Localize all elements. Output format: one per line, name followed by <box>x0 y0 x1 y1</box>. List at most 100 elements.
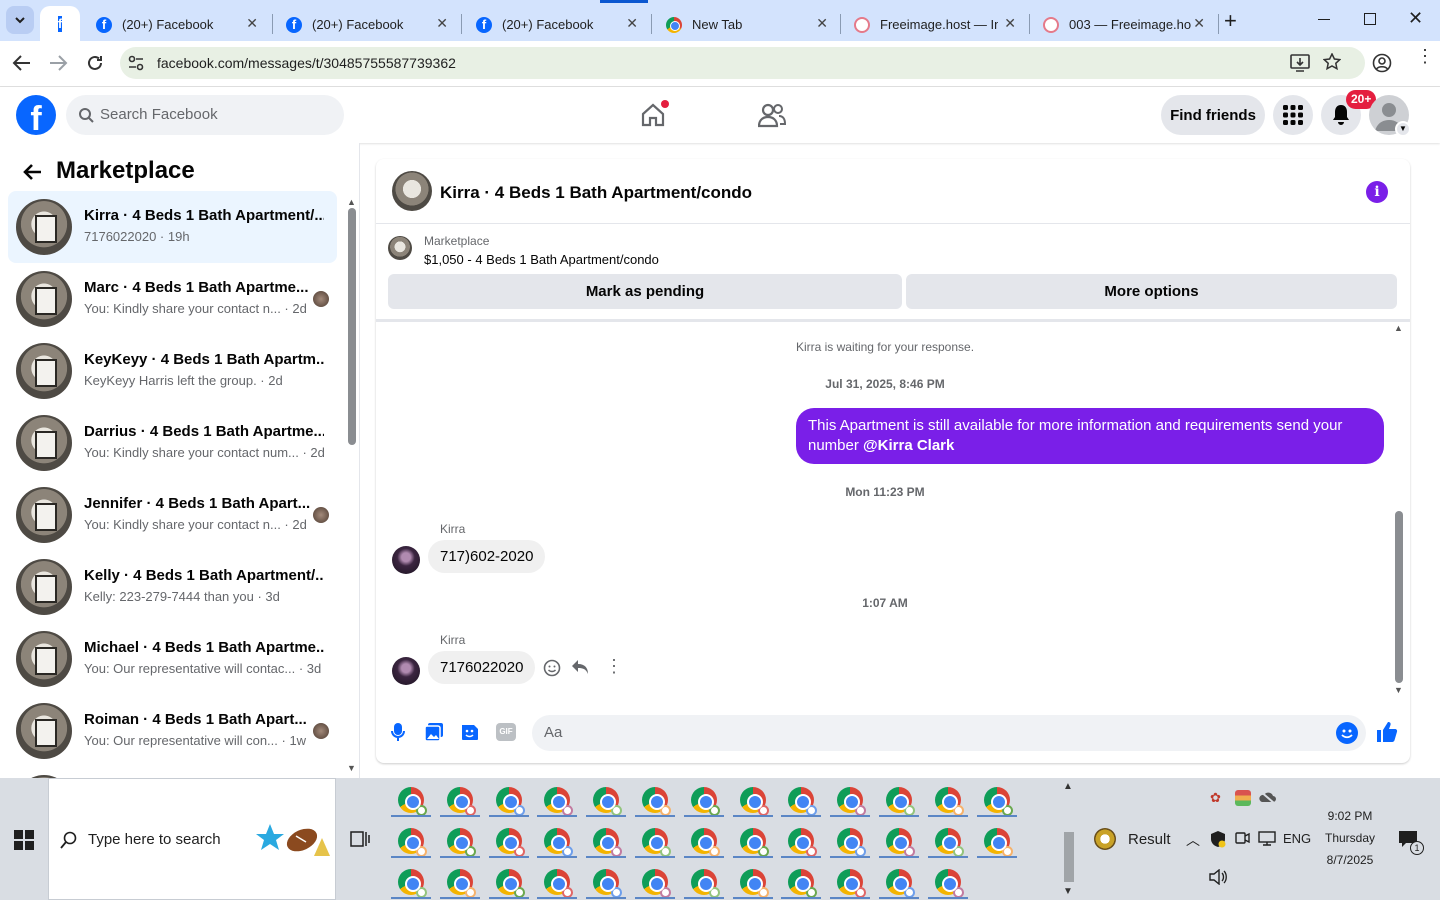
chrome-window-taskbar-icon[interactable] <box>837 828 867 857</box>
photo-icon[interactable] <box>424 722 444 742</box>
sticker-icon[interactable] <box>460 722 480 742</box>
chrome-window-taskbar-icon[interactable] <box>398 869 427 898</box>
conversation-info-button[interactable]: i <box>1366 181 1388 203</box>
browser-tab[interactable]: 003 — Freeimage.host ✕ <box>1027 8 1217 41</box>
conversation-item[interactable]: KeyKeyy · 4 Beds 1 Bath Apartm... KeyKey… <box>8 335 337 407</box>
friends-icon[interactable] <box>758 102 786 128</box>
menu-button[interactable] <box>1273 95 1313 135</box>
browser-tab[interactable]: New Tab ✕ <box>650 8 840 41</box>
language-indicator[interactable]: ENG <box>1283 831 1311 846</box>
chrome-window-taskbar-icon[interactable] <box>788 869 818 898</box>
new-tab-button[interactable]: + <box>1224 8 1237 34</box>
chrome-window-taskbar-icon[interactable] <box>837 787 867 816</box>
chrome-window-taskbar-icon[interactable] <box>886 787 915 816</box>
scroll-down-arrow[interactable]: ▼ <box>347 763 356 773</box>
conversation-item[interactable]: Kirra · 4 Beds 1 Bath Apartment/... 7176… <box>8 191 337 263</box>
close-tab-icon[interactable]: ✕ <box>626 15 638 32</box>
chrome-window-taskbar-icon[interactable] <box>446 787 476 816</box>
clock-date[interactable]: 8/7/2025 <box>1318 853 1382 867</box>
conversation-item[interactable]: Darrius · 4 Beds 1 Bath Apartme... You: … <box>8 407 337 479</box>
gif-button[interactable]: GIF <box>496 723 516 741</box>
close-tab-icon[interactable]: ✕ <box>1193 15 1205 32</box>
browser-tab[interactable]: Freeimage.host — Ima ✕ <box>838 8 1028 41</box>
tray-stack-icon[interactable] <box>1235 790 1251 806</box>
chrome-window-taskbar-icon[interactable] <box>495 787 525 816</box>
incoming-message-bubble[interactable]: 717)602-2020 <box>428 540 546 573</box>
account-chevron-icon[interactable]: ▼ <box>1395 121 1411 137</box>
chrome-window-taskbar-icon[interactable] <box>398 787 427 816</box>
minimize-icon[interactable] <box>1318 19 1330 20</box>
browser-menu-icon[interactable]: ⋮ <box>1416 47 1434 65</box>
close-tab-icon[interactable]: ✕ <box>1004 15 1016 32</box>
chrome-window-taskbar-icon[interactable] <box>788 828 818 857</box>
chrome-window-taskbar-icon[interactable] <box>886 869 915 898</box>
outgoing-message-bubble[interactable]: This Apartment is still available for mo… <box>796 408 1384 464</box>
onedrive-off-icon[interactable] <box>1258 790 1276 804</box>
chrome-window-taskbar-icon[interactable] <box>495 869 525 898</box>
taskbar-scroll-thumb[interactable] <box>1064 832 1074 882</box>
conversation-item[interactable]: Kelly · 4 Beds 1 Bath Apartment/... Kell… <box>8 551 337 623</box>
conversation-item[interactable]: Roiman · 4 Beds 1 Bath Apart... You: Our… <box>8 695 337 767</box>
chat-scroll-down-arrow[interactable]: ▼ <box>1394 685 1403 695</box>
security-icon[interactable] <box>1210 830 1226 848</box>
chrome-window-taskbar-icon[interactable] <box>398 828 427 857</box>
mention-link[interactable]: @Kirra Clark <box>863 437 954 454</box>
site-info-icon[interactable] <box>126 53 146 73</box>
facebook-logo[interactable]: f <box>16 95 56 135</box>
windows-start-icon[interactable] <box>14 830 34 850</box>
profile-icon[interactable] <box>1372 53 1392 73</box>
close-window-icon[interactable]: ✕ <box>1408 8 1423 29</box>
conversation-item[interactable]: Jennifer · 4 Beds 1 Bath Apart... You: K… <box>8 479 337 551</box>
meet-icon[interactable] <box>1234 830 1250 846</box>
mark-as-pending-button[interactable]: Mark as pending <box>388 274 902 309</box>
chrome-window-taskbar-icon[interactable] <box>739 787 769 816</box>
chrome-window-taskbar-icon[interactable] <box>886 828 915 857</box>
chrome-window-taskbar-icon[interactable] <box>934 828 964 857</box>
chrome-window-taskbar-icon[interactable] <box>983 787 1013 816</box>
weather-result-widget[interactable]: Result <box>1094 828 1171 850</box>
install-app-icon[interactable] <box>1290 54 1310 72</box>
incoming-message-bubble[interactable]: 7176022020 <box>428 651 536 684</box>
chrome-window-taskbar-icon[interactable] <box>837 869 867 898</box>
conversation-item[interactable] <box>8 767 337 778</box>
microphone-icon[interactable] <box>390 722 406 742</box>
chrome-window-taskbar-icon[interactable] <box>690 869 720 898</box>
thumbs-up-icon[interactable] <box>1376 721 1398 743</box>
bookmark-star-icon[interactable] <box>1323 53 1341 71</box>
sender-avatar[interactable] <box>392 657 420 685</box>
chrome-window-taskbar-icon[interactable] <box>690 787 720 816</box>
find-friends-button[interactable]: Find friends <box>1161 95 1265 135</box>
chrome-window-taskbar-icon[interactable] <box>739 828 769 857</box>
tray-overflow-chevron-icon[interactable]: ︿ <box>1186 830 1200 850</box>
chrome-window-taskbar-icon[interactable] <box>983 828 1013 857</box>
emoji-icon[interactable] <box>1336 722 1358 744</box>
close-tab-icon[interactable]: ✕ <box>816 15 828 32</box>
browser-tab[interactable]: f (20+) Facebook ✕ <box>270 8 460 41</box>
tray-app-icon[interactable]: ✿ <box>1210 790 1226 806</box>
chrome-window-taskbar-icon[interactable] <box>593 787 623 816</box>
reload-icon[interactable] <box>85 53 105 73</box>
chrome-window-taskbar-icon[interactable] <box>544 869 574 898</box>
more-options-button[interactable]: More options <box>906 274 1397 309</box>
chrome-window-taskbar-icon[interactable] <box>495 828 525 857</box>
chat-scrollbar-thumb[interactable] <box>1395 511 1403 683</box>
back-icon[interactable] <box>12 54 32 72</box>
reply-icon[interactable] <box>571 659 589 675</box>
tab-search-button[interactable] <box>6 6 34 34</box>
listing-thumbnail-small[interactable] <box>388 236 412 260</box>
close-tab-icon[interactable]: ✕ <box>436 15 448 32</box>
network-icon[interactable] <box>1258 830 1276 846</box>
message-more-icon[interactable]: ⋮ <box>605 656 623 677</box>
chrome-window-taskbar-icon[interactable] <box>593 828 623 857</box>
taskbar-scroll-down-icon[interactable]: ▼ <box>1063 886 1073 897</box>
browser-tab[interactable]: f (20+) Facebook ✕ <box>80 8 270 41</box>
chat-title[interactable]: Kirra · 4 Beds 1 Bath Apartment/condo <box>440 183 752 203</box>
conversation-item[interactable]: Michael · 4 Beds 1 Bath Apartme... You: … <box>8 623 337 695</box>
chat-scroll-up-arrow[interactable]: ▲ <box>1394 323 1403 333</box>
forward-icon[interactable] <box>48 54 68 72</box>
chrome-window-taskbar-icon[interactable] <box>446 828 476 857</box>
conversation-item[interactable]: Marc · 4 Beds 1 Bath Apartme... You: Kin… <box>8 263 337 335</box>
chrome-window-taskbar-icon[interactable] <box>690 828 720 857</box>
chrome-window-taskbar-icon[interactable] <box>739 869 769 898</box>
close-tab-icon[interactable]: ✕ <box>246 15 258 32</box>
